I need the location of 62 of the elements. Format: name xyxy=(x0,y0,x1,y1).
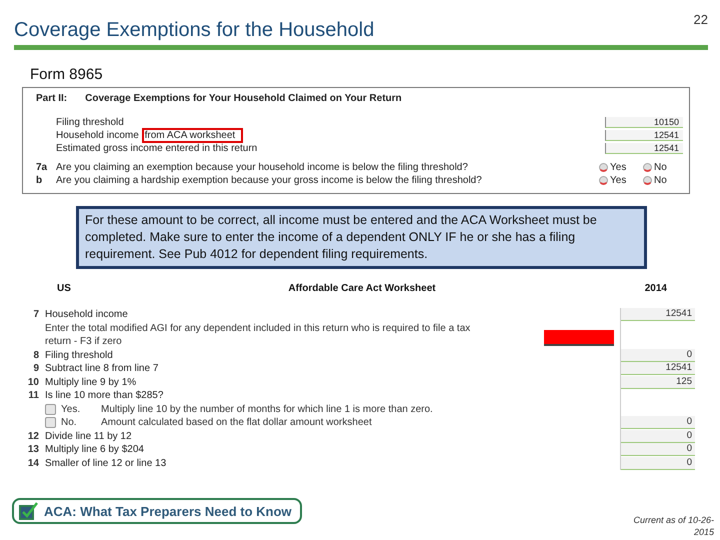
amount-label: Filing threshold xyxy=(56,117,125,128)
line-text: Is line 10 more than $285? xyxy=(45,389,164,402)
radio-button[interactable] xyxy=(599,163,608,172)
callout-note: For these amount to be correct, all income must be entered and the ACA Worksheet must be completed. Make sure to enter the income of a dependent ONLY IF he or she has a filing requirement. See Pub 4012 for dependent filing requirements. xyxy=(76,206,647,269)
line-text: Subtract line 8 from line 7 xyxy=(45,362,160,376)
question-number: b xyxy=(36,175,44,186)
option-text: Amount calculated based on the flat dollar amount worksheet xyxy=(101,416,372,430)
page-number: 22 xyxy=(694,12,708,27)
radio-option[interactable]: No xyxy=(643,175,683,186)
worksheet-region: US xyxy=(57,283,72,294)
part-label: Part II: xyxy=(36,93,68,104)
worksheet-year: 2014 xyxy=(644,283,667,294)
highlighted-text: from ACA worksheet xyxy=(142,128,244,143)
radio-button[interactable] xyxy=(599,176,608,185)
amount-field[interactable]: 0 xyxy=(621,456,695,470)
slide-title: Coverage Exemptions for the Household xyxy=(14,19,374,42)
amount-field[interactable]: 125 xyxy=(621,376,695,389)
line-number: 11 xyxy=(27,390,39,402)
radio-button[interactable] xyxy=(643,163,652,172)
amount-field[interactable]: 0 xyxy=(621,348,695,362)
checkbox[interactable] xyxy=(45,404,56,415)
line-text: Household income xyxy=(45,308,129,322)
worksheet-title: Affordable Care Act Worksheet xyxy=(287,283,437,294)
amount-field[interactable]: 0 xyxy=(621,416,695,430)
line-text: Multiply line 9 by 1% xyxy=(45,376,138,389)
line-number: 7 xyxy=(32,309,39,320)
amount-field[interactable]: 12541 xyxy=(605,143,683,154)
amount-field[interactable]: 0 xyxy=(621,430,695,443)
line-text: Smaller of line 12 or line 13 xyxy=(45,456,168,470)
radio-button[interactable] xyxy=(643,176,652,185)
line-number: 14 xyxy=(26,458,39,469)
radio-option[interactable]: Yes xyxy=(599,175,643,186)
form-label: Form 8965 xyxy=(30,66,103,83)
line-number: 9 xyxy=(32,363,39,374)
line-number: 10 xyxy=(26,376,39,388)
amount-field[interactable]: 12541 xyxy=(605,130,683,141)
part-heading: Coverage Exemptions for Your Household Claimed on Your Return xyxy=(85,93,402,104)
option-label: No. xyxy=(61,416,78,430)
line-text: Divide line 11 by 12 xyxy=(45,430,133,443)
line-number: 8 xyxy=(32,350,39,361)
question-text: Are you claiming a hardship exemption because your gross income is below the filing threshold? xyxy=(56,175,483,186)
amount-label: Estimated gross income entered in this return xyxy=(56,143,258,154)
amount-field[interactable]: 10150 xyxy=(605,117,683,128)
amount-field[interactable]: 0 xyxy=(621,443,695,456)
line-text: Filing threshold xyxy=(45,348,114,362)
option-text: Multiply line 10 by the number of months for which line 1 is more than zero. xyxy=(101,402,433,416)
amount-field[interactable]: 12541 xyxy=(621,362,695,376)
line-number: 13 xyxy=(26,444,39,456)
checkbox[interactable] xyxy=(45,417,56,428)
amount-label: Household income from ACA worksheet xyxy=(56,130,605,141)
line-instruction: Enter the total modified AGI for any dependent included in this return who is required to file a tax return - F3 if zero xyxy=(45,322,472,348)
question-number: 7a xyxy=(36,162,48,173)
question-text: Are you claiming an exemption because your household income is below the filing threshold? xyxy=(56,162,469,173)
radio-option[interactable]: Yes xyxy=(599,162,643,173)
currency-note: Current as of 10-26-2015 xyxy=(632,514,714,538)
line-text: Multiply line 6 by $204 xyxy=(45,443,145,456)
option-label: Yes. xyxy=(61,402,82,416)
radio-option[interactable]: No xyxy=(643,162,683,173)
amount-field[interactable]: 12541 xyxy=(621,308,695,322)
checkbox-logo-icon xyxy=(19,502,39,520)
logo-text: ACA: What Tax Preparers Need to Know xyxy=(44,504,292,518)
line-number: 12 xyxy=(26,430,39,442)
